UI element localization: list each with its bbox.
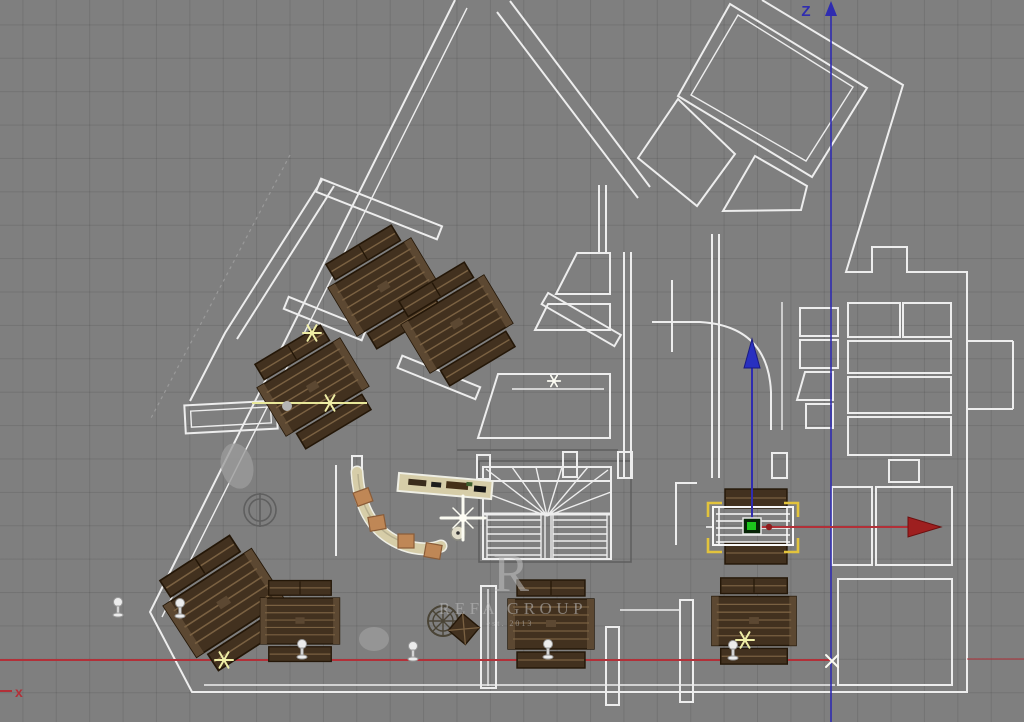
omni-light-small — [548, 376, 561, 387]
gizmo-y-axis-arrow — [744, 339, 760, 368]
watermark-subtitle: est. 2013 — [487, 619, 534, 628]
gizmo-x-axis-arrow — [908, 517, 941, 537]
x-axis-label: x — [15, 684, 23, 700]
helper-sphere — [282, 401, 292, 411]
lamp — [408, 642, 418, 662]
pivot-point[interactable] — [743, 518, 761, 534]
table-set — [712, 578, 796, 664]
right-rooms[interactable] — [782, 302, 1013, 685]
z-axis-arrowhead — [825, 1, 837, 16]
z-axis-label: Z — [801, 3, 810, 20]
3d-viewport-canvas[interactable]: Z x R REFA GROUP est. 2013 — [0, 0, 1024, 722]
reception-desk[interactable] — [353, 472, 493, 559]
lamp — [113, 598, 123, 618]
rotated-wing-rooms[interactable] — [497, 1, 867, 211]
gizmo-center-dot — [766, 524, 772, 530]
left-room[interactable] — [184, 401, 277, 434]
column-symbol[interactable] — [244, 493, 276, 527]
watermark-title: REFA GROUP — [439, 599, 587, 618]
watermark-monogram: R — [493, 543, 529, 603]
table-set — [260, 581, 339, 662]
